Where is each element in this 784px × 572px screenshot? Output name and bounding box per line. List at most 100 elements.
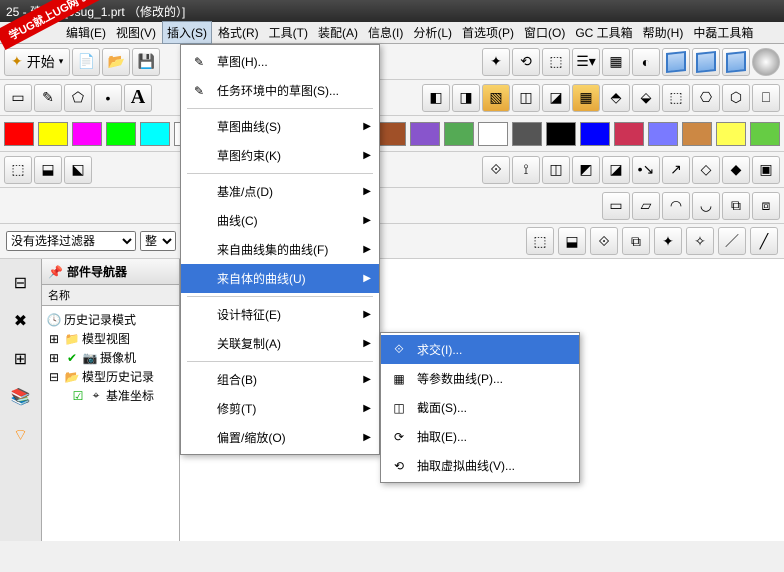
layer-button[interactable]: ☰▾ xyxy=(572,48,600,76)
menu-assembly[interactable]: 装配(A) xyxy=(314,22,362,43)
feat-9[interactable]: ⬚ xyxy=(662,84,690,112)
color-swatch-3[interactable] xyxy=(106,122,136,146)
submenu-extract-virtual[interactable]: ⟲抽取虚拟曲线(V)... xyxy=(381,451,579,480)
menu-tool[interactable]: 工具(T) xyxy=(265,22,312,43)
surf-3[interactable]: ◠ xyxy=(662,192,690,220)
surf-1[interactable]: ▭ xyxy=(602,192,630,220)
menu-help[interactable]: 帮助(H) xyxy=(639,22,688,43)
op-1[interactable]: ⬚ xyxy=(4,156,32,184)
feat-12[interactable]: ⎕ xyxy=(752,84,780,112)
color-swatch-b5[interactable] xyxy=(546,122,576,146)
color-swatch-b2[interactable] xyxy=(444,122,474,146)
column-name[interactable]: 名称 xyxy=(42,285,179,306)
cube3-button[interactable] xyxy=(722,48,750,76)
start-button[interactable]: ✦开始▾ xyxy=(4,48,70,76)
op-3[interactable]: ⬕ xyxy=(64,156,92,184)
menu-item-sketch-constraint[interactable]: 草图约束(K)▶ xyxy=(181,141,379,170)
menu-item-offset-scale[interactable]: 偏置/缩放(O)▶ xyxy=(181,423,379,452)
tree-camera[interactable]: ⊞✔📷摄像机 xyxy=(44,348,177,367)
op-r3[interactable]: ◫ xyxy=(542,156,570,184)
submenu-isoparametric[interactable]: ▦等参数曲线(P)... xyxy=(381,364,579,393)
menu-item-design-feature[interactable]: 设计特征(E)▶ xyxy=(181,300,379,329)
menu-info[interactable]: 信息(I) xyxy=(364,22,407,43)
menu-pref[interactable]: 首选项(P) xyxy=(458,22,518,43)
select-button[interactable]: ▭ xyxy=(4,84,32,112)
pin-icon[interactable]: 📌 xyxy=(48,265,63,279)
cube2-button[interactable] xyxy=(692,48,720,76)
menu-format[interactable]: 格式(R) xyxy=(214,22,263,43)
new-file-button[interactable]: 📄 xyxy=(72,48,100,76)
sel-8[interactable]: ╱ xyxy=(750,227,778,255)
feat-2[interactable]: ◨ xyxy=(452,84,480,112)
op-r9[interactable]: ◆ xyxy=(722,156,750,184)
op-r8[interactable]: ◇ xyxy=(692,156,720,184)
menu-item-assoc-copy[interactable]: 关联复制(A)▶ xyxy=(181,329,379,358)
menu-item-curve-from-body[interactable]: 来自体的曲线(U)▶ xyxy=(181,264,379,293)
menu-zl-toolbox[interactable]: 中磊工具箱 xyxy=(689,22,757,43)
op-r1[interactable]: ⟐ xyxy=(482,156,510,184)
menu-window[interactable]: 窗口(O) xyxy=(520,22,569,43)
tree-model-history[interactable]: ⊟📂模型历史记录 xyxy=(44,367,177,386)
side-nav-1[interactable]: ⊟ xyxy=(7,269,35,297)
feat-3[interactable]: ▧ xyxy=(482,84,510,112)
color-swatch-0[interactable] xyxy=(4,122,34,146)
submenu-extract[interactable]: ⟳抽取(E)... xyxy=(381,422,579,451)
feat-5[interactable]: ◪ xyxy=(542,84,570,112)
side-nav-5[interactable]: ⌔ xyxy=(7,421,35,449)
menu-analyze[interactable]: 分析(L) xyxy=(409,22,456,43)
open-file-button[interactable]: 📂 xyxy=(102,48,130,76)
color-swatch-b4[interactable] xyxy=(512,122,542,146)
dot-button[interactable]: • xyxy=(94,84,122,112)
menu-item-trim[interactable]: 修剪(T)▶ xyxy=(181,394,379,423)
color-swatch-b10[interactable] xyxy=(716,122,746,146)
surf-6[interactable]: ⧈ xyxy=(752,192,780,220)
color-swatch-4[interactable] xyxy=(140,122,170,146)
cube1-button[interactable] xyxy=(662,48,690,76)
filter-select[interactable]: 没有选择过滤器 xyxy=(6,231,136,251)
menu-item-combine[interactable]: 组合(B)▶ xyxy=(181,365,379,394)
shape-button[interactable]: ⬠ xyxy=(64,84,92,112)
surf-4[interactable]: ◡ xyxy=(692,192,720,220)
sel-7[interactable]: ／ xyxy=(718,227,746,255)
tree-history-mode[interactable]: 🕓历史记录模式 xyxy=(44,310,177,329)
tree-model-view[interactable]: ⊞📁模型视图 xyxy=(44,329,177,348)
color-swatch-b8[interactable] xyxy=(648,122,678,146)
submenu-intersect[interactable]: ⟐求交(I)... xyxy=(381,335,579,364)
color-swatch-b0[interactable] xyxy=(376,122,406,146)
menu-item-curve-from-set[interactable]: 来自曲线集的曲线(F)▶ xyxy=(181,235,379,264)
sel-6[interactable]: ✧ xyxy=(686,227,714,255)
menu-item-datum-point[interactable]: 基准/点(D)▶ xyxy=(181,177,379,206)
menu-insert[interactable]: 插入(S) xyxy=(162,21,212,44)
menu-item-sketch-curve[interactable]: 草图曲线(S)▶ xyxy=(181,112,379,141)
tree-datum-csys[interactable]: ☑⌖基准坐标 xyxy=(44,386,177,405)
surf-2[interactable]: ▱ xyxy=(632,192,660,220)
feat-8[interactable]: ⬙ xyxy=(632,84,660,112)
menu-view[interactable]: 视图(V) xyxy=(112,22,160,43)
sphere-button[interactable] xyxy=(752,48,780,76)
save-button[interactable]: 💾 xyxy=(132,48,160,76)
color-swatch-b3[interactable] xyxy=(478,122,508,146)
sel-1[interactable]: ⬚ xyxy=(526,227,554,255)
feat-11[interactable]: ⬡ xyxy=(722,84,750,112)
feat-6[interactable]: ▦ xyxy=(572,84,600,112)
tool-c-button[interactable]: ⬚ xyxy=(542,48,570,76)
sel-5[interactable]: ✦ xyxy=(654,227,682,255)
color-swatch-2[interactable] xyxy=(72,122,102,146)
render-button[interactable]: ▦ xyxy=(602,48,630,76)
side-nav-4[interactable]: 📚 xyxy=(7,383,35,411)
menu-edit[interactable]: 编辑(E) xyxy=(62,22,110,43)
menu-item-curve[interactable]: 曲线(C)▶ xyxy=(181,206,379,235)
feat-1[interactable]: ◧ xyxy=(422,84,450,112)
side-nav-2[interactable]: ✖ xyxy=(7,307,35,335)
op-r6[interactable]: •↘ xyxy=(632,156,660,184)
op-r7[interactable]: ↗ xyxy=(662,156,690,184)
color-swatch-b9[interactable] xyxy=(682,122,712,146)
op-2[interactable]: ⬓ xyxy=(34,156,62,184)
sketch-button[interactable]: ✎ xyxy=(34,84,62,112)
color-swatch-1[interactable] xyxy=(38,122,68,146)
sel-2[interactable]: ⬓ xyxy=(558,227,586,255)
color-swatch-b7[interactable] xyxy=(614,122,644,146)
op-r4[interactable]: ◩ xyxy=(572,156,600,184)
menu-item-sketch-task[interactable]: ✎任务环境中的草图(S)... xyxy=(181,76,379,105)
tool-b-button[interactable]: ⟲ xyxy=(512,48,540,76)
